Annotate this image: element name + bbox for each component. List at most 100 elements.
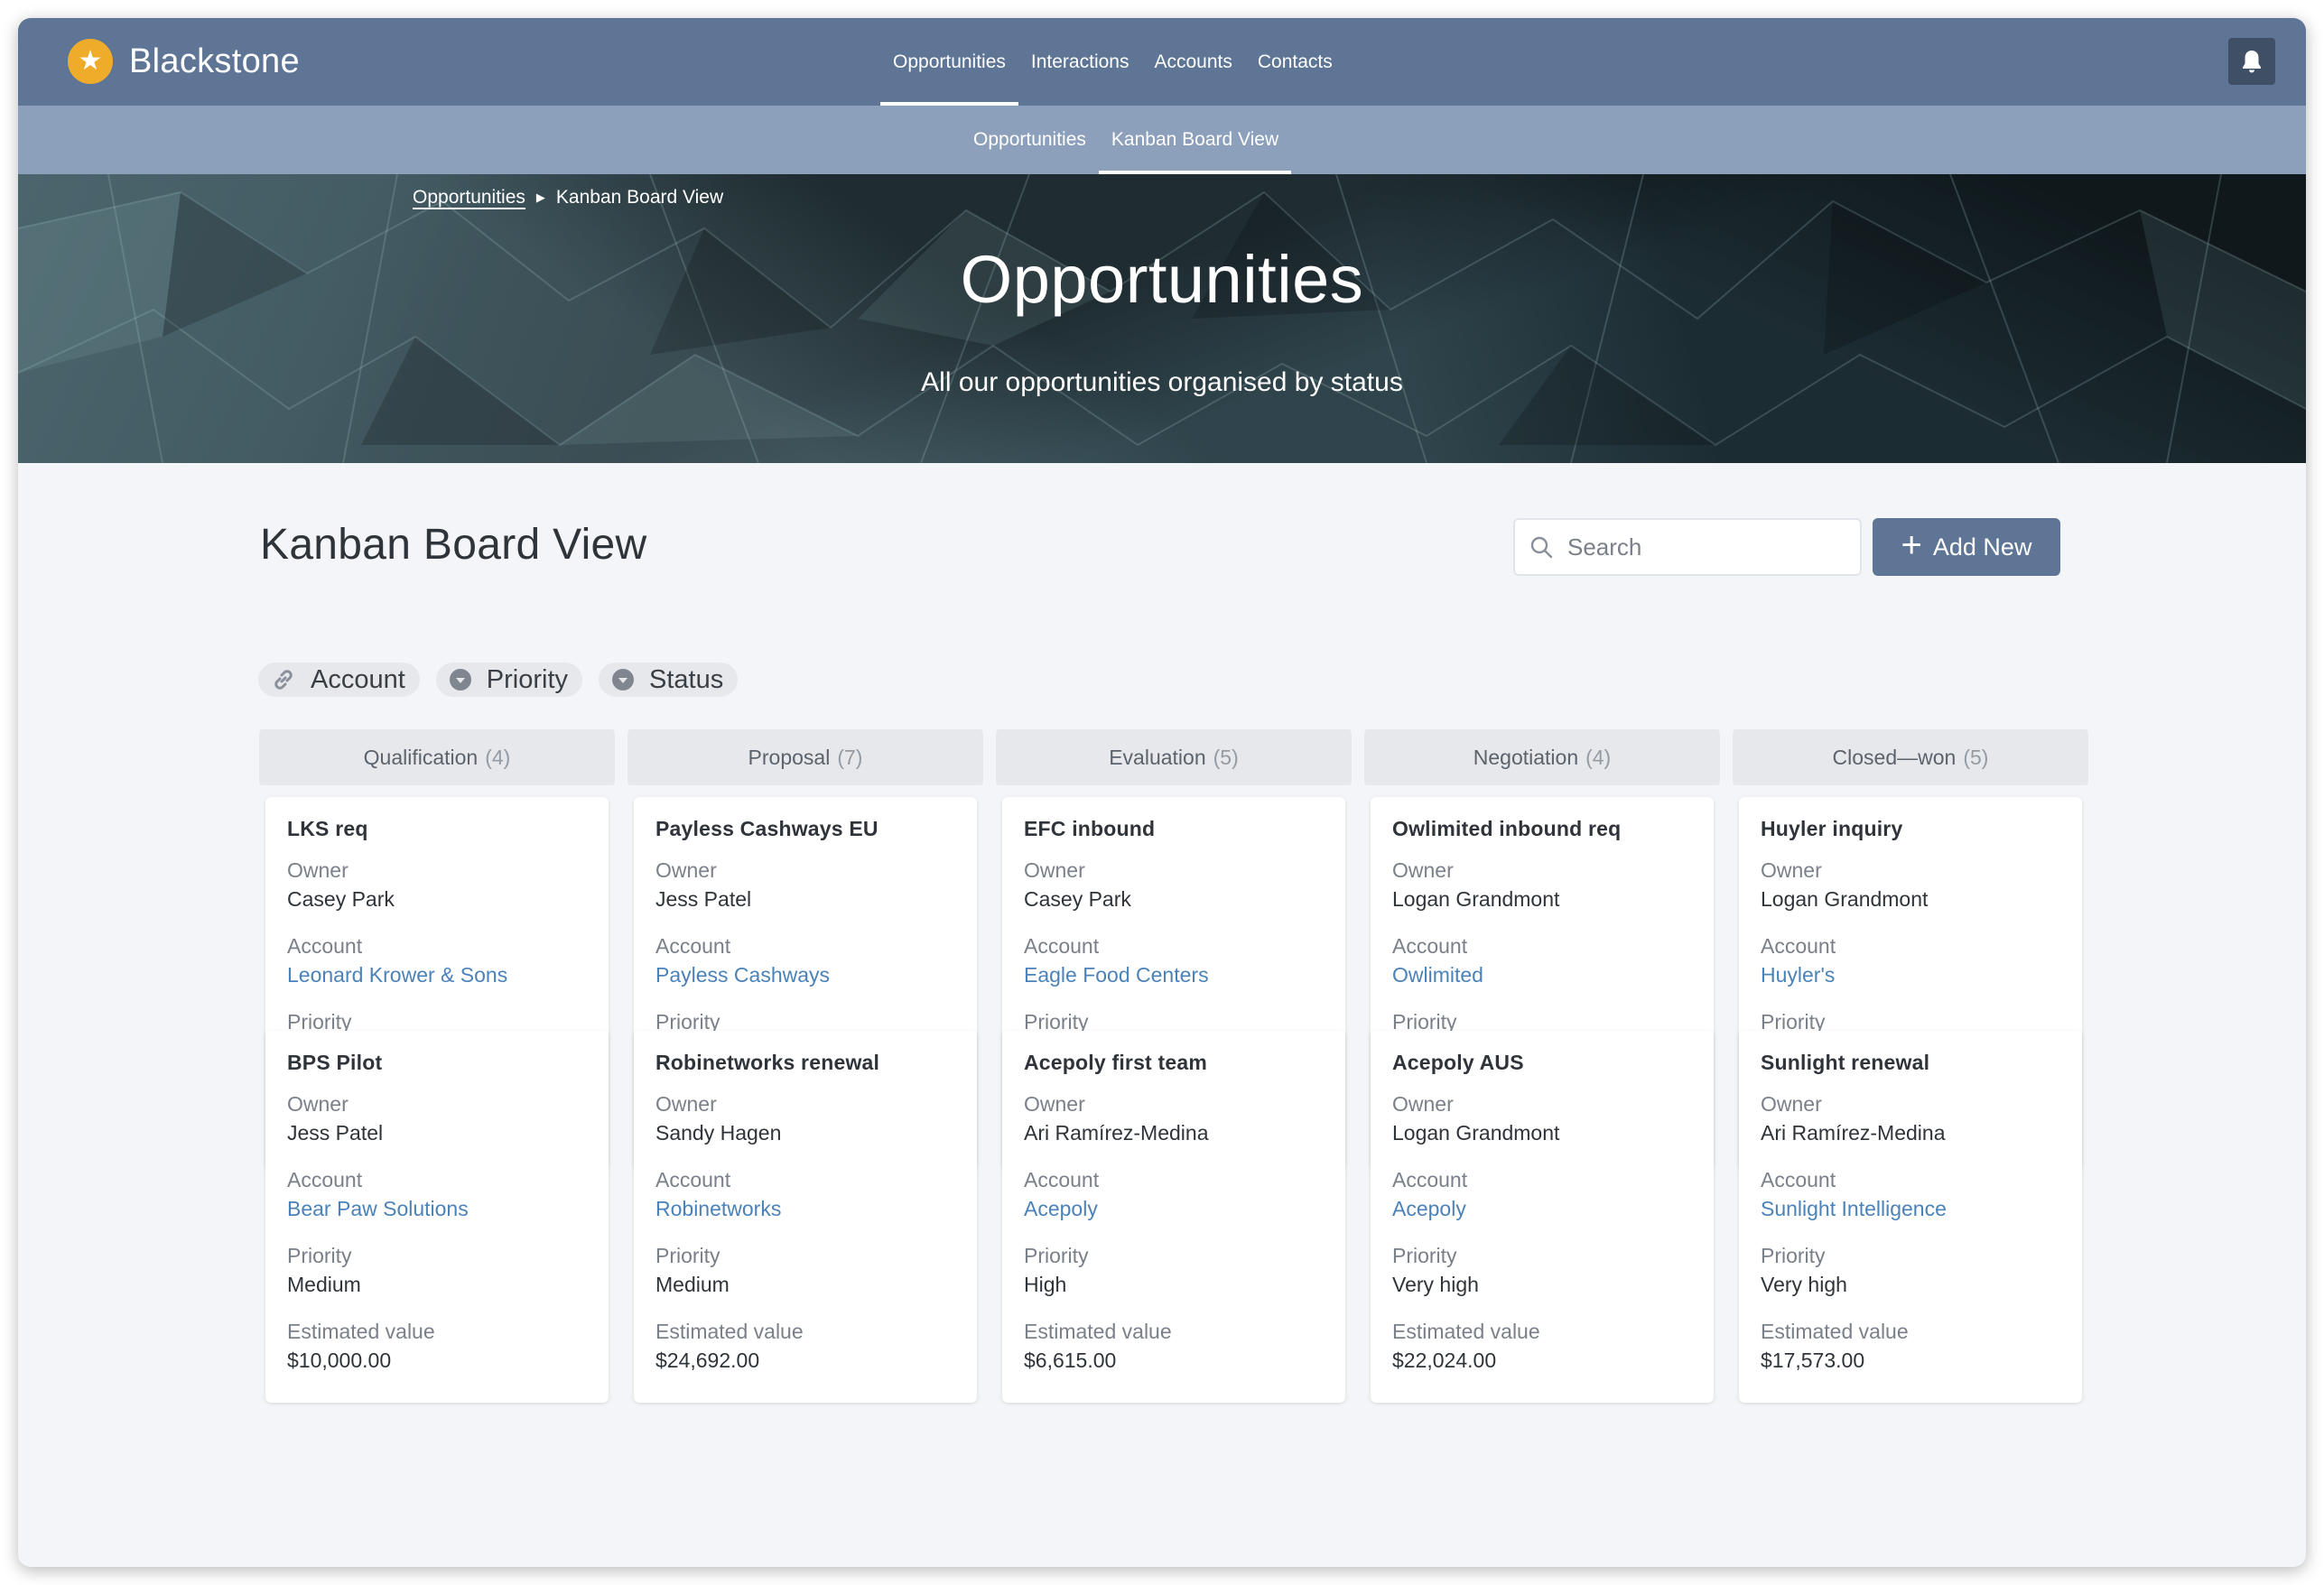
card-account-link[interactable]: Huyler's <box>1761 963 2060 1001</box>
card-field-value: Logan Grandmont <box>1392 887 1560 911</box>
card-field-value: Casey Park <box>1024 887 1131 911</box>
card-title[interactable]: BPS Pilot <box>287 1051 587 1083</box>
opportunity-card[interactable]: Robinetworks renewal Owner Sandy Hagen Acco… <box>634 1031 977 1403</box>
card-field-owner: Owner Casey Park <box>1024 858 1324 925</box>
card-account-link[interactable]: Acepoly <box>1392 1197 1692 1235</box>
card-field-value: Jess Patel <box>287 1121 384 1145</box>
card-title[interactable]: Acepoly first team <box>1024 1051 1324 1083</box>
card-field-value: Very high <box>1392 1273 1479 1296</box>
brand[interactable]: ★ Blackstone <box>68 38 300 85</box>
nav-opportunities[interactable]: Opportunities <box>880 18 1018 106</box>
card-title[interactable]: Huyler inquiry <box>1761 817 2060 849</box>
card-field-priority: Priority Medium <box>655 1244 955 1311</box>
card-field-owner: Owner Logan Grandmont <box>1392 858 1692 925</box>
column-count: (7) <box>837 745 863 769</box>
card-field-value: $10,000.00 <box>287 1349 392 1372</box>
card-field-value: Medium <box>655 1273 730 1296</box>
nav-accounts[interactable]: Accounts <box>1141 18 1244 106</box>
card-account-link[interactable]: Sunlight Intelligence <box>1761 1197 2060 1235</box>
hero-title: Opportunities <box>960 242 1364 317</box>
opportunity-card[interactable]: Acepoly first team Owner Ari Ramírez-Medin… <box>1002 1031 1345 1403</box>
opportunity-card[interactable]: Sunlight renewal Owner Ari Ramírez-Medina A… <box>1739 1031 2082 1403</box>
card-title[interactable]: Sunlight renewal <box>1761 1051 2060 1083</box>
sub-navbar: Opportunities Kanban Board View <box>18 106 2306 174</box>
card-account-link[interactable]: Leonard Krower & Sons <box>287 963 587 1001</box>
notifications-button[interactable] <box>2228 38 2275 85</box>
filter-account[interactable]: Account <box>258 663 420 697</box>
card-field-value: Estimated value $17,573.00 <box>1761 1320 2060 1386</box>
filter-status-label: Status <box>649 664 724 694</box>
chevron-down-circle-icon <box>449 668 472 691</box>
card-title[interactable]: Owlimited inbound req <box>1392 817 1692 849</box>
card-field-value: Very high <box>1761 1273 1847 1296</box>
card-field-owner: Owner Logan Grandmont <box>1392 1092 1692 1159</box>
card-account-link[interactable]: Acepoly <box>1024 1197 1324 1235</box>
opportunity-card[interactable]: Acepoly AUS Owner Logan Grandmont Account Ac… <box>1371 1031 1714 1403</box>
chevron-down-circle-icon <box>611 668 635 691</box>
nav-interactions[interactable]: Interactions <box>1018 18 1142 106</box>
card-account-link[interactable]: Robinetworks <box>655 1197 955 1235</box>
card-account-link[interactable]: Payless Cashways <box>655 963 955 1001</box>
card-field-label: Account <box>1392 934 1468 958</box>
column-count: (5) <box>1963 745 1989 769</box>
card-field-label: Owner <box>655 858 717 882</box>
column-header-evaluation: Evaluation (5) <box>996 729 1352 785</box>
subnav-opportunities[interactable]: Opportunities <box>961 106 1099 174</box>
subnav-kanban-board-view[interactable]: Kanban Board View <box>1098 106 1292 174</box>
card-field-label: Priority <box>655 1244 720 1267</box>
search-box[interactable] <box>1513 518 1862 576</box>
card-field-label: Account <box>287 1168 363 1191</box>
card-title[interactable]: Payless Cashways EU <box>655 817 955 849</box>
card-field-label: Owner <box>1024 858 1085 882</box>
opportunity-card[interactable]: BPS Pilot Owner Jess Patel Account Bear Paw … <box>265 1031 609 1403</box>
card-field-account: Account Huyler's <box>1761 934 2060 1001</box>
card-field-account: Account Owlimited <box>1392 934 1692 1001</box>
card-title[interactable]: Acepoly AUS <box>1392 1051 1692 1083</box>
filter-priority[interactable]: Priority <box>435 663 583 697</box>
card-field-value: $6,615.00 <box>1024 1349 1117 1372</box>
card-field-value: Logan Grandmont <box>1761 887 1929 911</box>
add-new-label: Add New <box>1932 533 2032 561</box>
breadcrumb-current: Kanban Board View <box>555 187 724 208</box>
plus-icon: + <box>1901 525 1922 565</box>
card-field-value: Ari Ramírez-Medina <box>1761 1121 1946 1145</box>
add-new-button[interactable]: + Add New <box>1873 518 2060 576</box>
breadcrumb-link-opportunities[interactable]: Opportunities <box>413 187 525 209</box>
card-field-value: $17,573.00 <box>1761 1349 1865 1372</box>
card-field-account: Account Acepoly <box>1024 1168 1324 1235</box>
card-account-link[interactable]: Owlimited <box>1392 963 1692 1001</box>
filter-priority-label: Priority <box>486 664 569 694</box>
column-name: Closed—won <box>1832 745 1957 769</box>
column-name: Negotiation <box>1473 745 1579 769</box>
card-account-link[interactable]: Eagle Food Centers <box>1024 963 1324 1001</box>
column-name: Evaluation <box>1109 745 1206 769</box>
card-field-value: Sandy Hagen <box>655 1121 782 1145</box>
filter-bar: Account Priority Status <box>258 663 754 697</box>
card-field-owner: Owner Jess Patel <box>287 1092 587 1159</box>
card-field-label: Account <box>1024 934 1100 958</box>
card-field-account: Account Leonard Krower & Sons <box>287 934 587 1001</box>
card-title[interactable]: LKS req <box>287 817 587 849</box>
card-field-value: Medium <box>287 1273 361 1296</box>
search-input[interactable] <box>1567 533 1838 561</box>
card-field-label: Account <box>287 934 363 958</box>
card-field-value: Estimated value $6,615.00 <box>1024 1320 1324 1386</box>
card-title[interactable]: EFC inbound <box>1024 817 1324 849</box>
card-field-label: Priority <box>287 1244 352 1267</box>
search-icon <box>1530 536 1553 559</box>
hero-subtitle: All our opportunities organised by statu… <box>921 367 1403 397</box>
bell-icon <box>2243 51 2261 73</box>
card-field-priority: Priority High <box>1024 1244 1324 1311</box>
card-title[interactable]: Robinetworks renewal <box>655 1051 955 1083</box>
column-count: (5) <box>1213 745 1239 769</box>
column-header-closed-won: Closed—won (5) <box>1733 729 2088 785</box>
card-field-account: Account Bear Paw Solutions <box>287 1168 587 1235</box>
filter-status[interactable]: Status <box>599 663 739 697</box>
nav-contacts[interactable]: Contacts <box>1245 18 1345 106</box>
column-count: (4) <box>1585 745 1612 769</box>
card-account-link[interactable]: Bear Paw Solutions <box>287 1197 587 1235</box>
page-title: Kanban Board View <box>260 521 647 569</box>
card-field-priority: Priority Medium <box>287 1244 587 1311</box>
card-field-value: High <box>1024 1273 1067 1296</box>
card-field-label: Priority <box>1392 1244 1457 1267</box>
